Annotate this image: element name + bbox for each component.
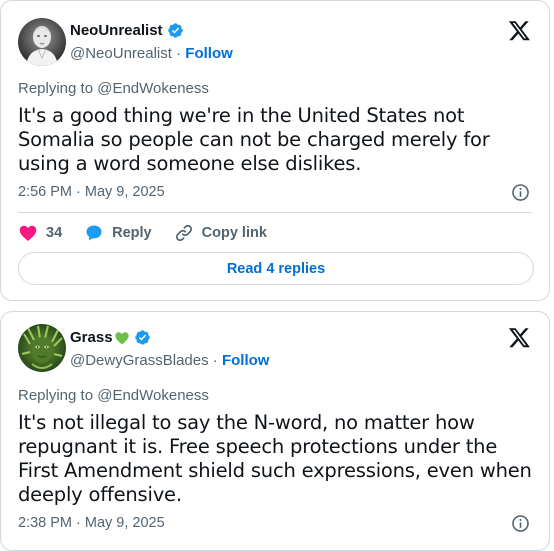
x-logo-icon[interactable] bbox=[508, 19, 531, 42]
separator-dot: · bbox=[176, 45, 182, 62]
verified-badge-icon bbox=[167, 23, 183, 38]
author-name[interactable]: NeoUnrealist bbox=[70, 22, 163, 39]
copy-link-button[interactable]: Copy link bbox=[174, 223, 267, 243]
divider bbox=[18, 212, 532, 213]
tweet-card[interactable]: Grass @DewyGrassBlades · Follow Replying… bbox=[0, 311, 550, 551]
author-handle[interactable]: @DewyGrassBlades bbox=[70, 352, 209, 369]
author-handle[interactable]: @NeoUnrealist bbox=[70, 45, 172, 62]
author-handle-row: @DewyGrassBlades · Follow bbox=[70, 352, 269, 369]
statue-avatar-icon bbox=[18, 18, 66, 66]
tweet-text: It's a good thing we're in the United St… bbox=[18, 104, 490, 175]
author-handle-row: @NeoUnrealist · Follow bbox=[70, 45, 233, 62]
author-name[interactable]: Grass bbox=[70, 329, 113, 346]
info-icon[interactable] bbox=[511, 514, 530, 533]
grass-face-avatar-icon bbox=[18, 324, 66, 372]
reply-label: Reply bbox=[112, 225, 152, 241]
info-icon[interactable] bbox=[511, 183, 530, 202]
tweet-text: It's not illegal to say the N-word, no m… bbox=[18, 411, 532, 506]
avatar[interactable] bbox=[18, 324, 66, 372]
like-button[interactable]: 34 bbox=[18, 223, 62, 243]
timestamp[interactable]: 2:56 PM · May 9, 2025 bbox=[18, 184, 165, 200]
separator-dot: · bbox=[212, 352, 218, 369]
follow-button[interactable]: Follow bbox=[185, 45, 233, 62]
heart-icon bbox=[19, 225, 37, 241]
x-logo-icon[interactable] bbox=[508, 326, 531, 349]
like-count: 34 bbox=[46, 225, 63, 241]
reply-button[interactable]: Reply bbox=[84, 223, 152, 243]
tweet-card[interactable]: NeoUnrealist @NeoUnrealist · Follow Repl… bbox=[0, 0, 550, 301]
link-icon bbox=[175, 224, 192, 242]
verified-badge-icon bbox=[134, 330, 150, 345]
timestamp[interactable]: 2:38 PM · May 9, 2025 bbox=[18, 515, 165, 531]
author-name-row[interactable]: NeoUnrealist bbox=[70, 22, 184, 39]
author-name-row[interactable]: Grass bbox=[70, 329, 151, 346]
copy-link-label: Copy link bbox=[201, 225, 267, 241]
avatar[interactable] bbox=[18, 18, 66, 66]
reply-bubble-icon bbox=[86, 225, 102, 241]
replying-to[interactable]: Replying to @EndWokeness bbox=[18, 80, 209, 97]
read-replies-button[interactable]: Read 4 replies bbox=[18, 252, 534, 285]
green-heart-icon bbox=[114, 331, 129, 344]
action-bar: 34 Reply Copy link bbox=[18, 223, 289, 243]
follow-button[interactable]: Follow bbox=[222, 352, 270, 369]
replying-to[interactable]: Replying to @EndWokeness bbox=[18, 387, 209, 404]
